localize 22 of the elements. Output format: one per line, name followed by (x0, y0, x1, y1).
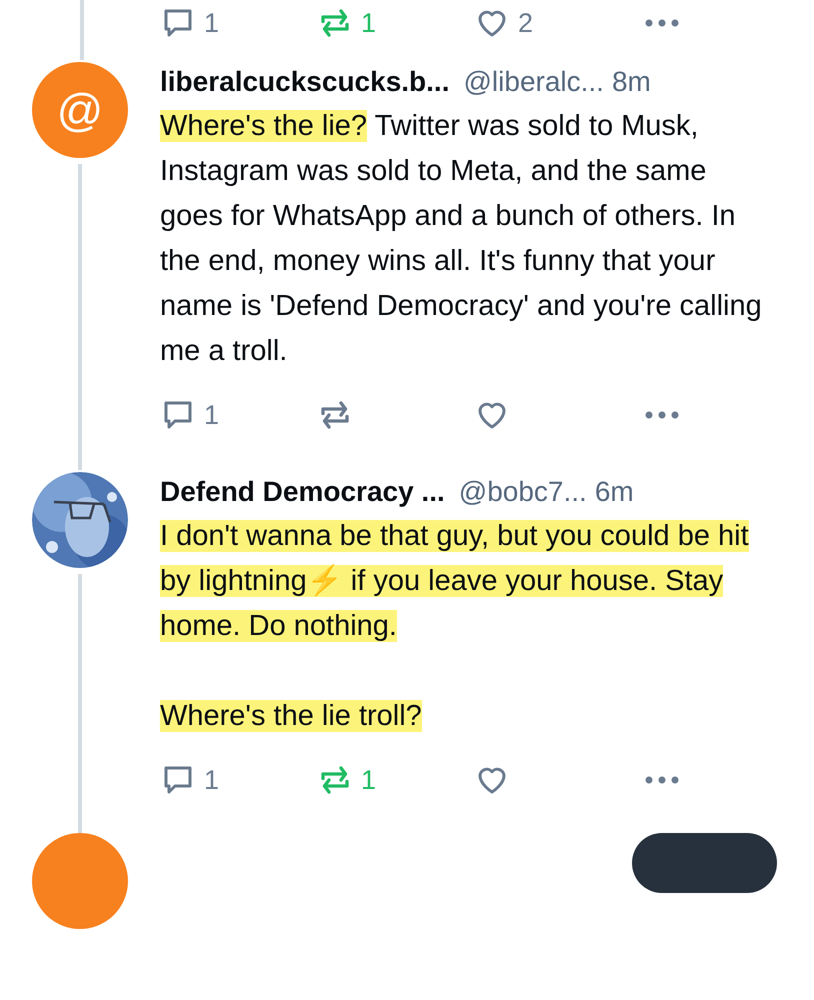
reply-button[interactable]: 1 (160, 5, 317, 41)
more-icon (644, 775, 680, 785)
like-button[interactable]: 2 (474, 5, 631, 41)
timestamp: 8m (612, 66, 651, 98)
more-icon (644, 18, 680, 28)
reply-button[interactable]: 1 (160, 762, 317, 798)
handle[interactable]: @bobc7... (458, 476, 587, 508)
post-text: Where's the lie? Twitter was sold to Musk, Instagram was sold to Meta, and the same goes for WhatsApp and a bunch of others. In the end, money wins all. It's funny that your name is 'Defend Democracy' and you're calling me a troll. (160, 109, 763, 369)
more-button[interactable] (644, 775, 680, 785)
repost-button[interactable]: 1 (317, 762, 474, 798)
display-name[interactable]: Defend Democracy ... (160, 476, 445, 508)
more-button[interactable] (644, 18, 680, 28)
post-text: Where's the lie troll? (160, 699, 423, 734)
more-icon (644, 410, 680, 420)
display-name[interactable]: liberalcuckscucks.b... (160, 66, 450, 98)
more-button[interactable] (644, 410, 680, 420)
reply-button[interactable]: 1 (160, 397, 317, 433)
timestamp: 6m (594, 476, 634, 508)
post-text: I don't wanna be that guy, but you could be hit by lightning⚡ if you leave your house. Stay home. Do nothing. (160, 519, 750, 644)
handle[interactable]: @liberalc... (464, 66, 604, 98)
repost-button[interactable]: 1 (317, 5, 474, 41)
avatar[interactable]: @ (32, 62, 128, 158)
